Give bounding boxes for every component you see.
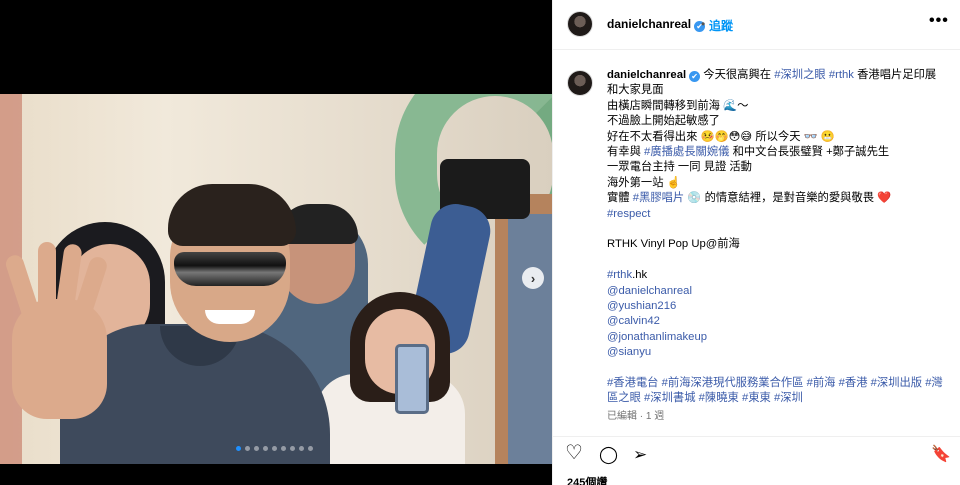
- man-hair: [168, 184, 296, 246]
- caption-text: 和中文台長張璧賢 +鄭子誠先生: [732, 146, 890, 159]
- caption-line: 海外第一站 ☝️: [607, 176, 681, 189]
- sunglasses: [174, 252, 286, 286]
- likes-count[interactable]: 245個讚: [567, 474, 607, 485]
- hashtag-list[interactable]: #香港電台 #前海深港現代服務業合作區 #前海 #香港 #深圳出版 #灣: [607, 376, 952, 391]
- hashtag-link[interactable]: #廣播處長關婉儀: [644, 146, 729, 158]
- hashtag-link[interactable]: #深圳之眼: [774, 69, 825, 81]
- post-photo: [0, 94, 552, 464]
- caption-line: 由橫店瞬間轉移到前海 🌊～: [607, 99, 749, 112]
- hashtag-list[interactable]: 區之眼 #深圳書城 #陳曉東 #東東 #深圳: [607, 391, 952, 406]
- carousel-dot: [272, 446, 277, 451]
- post-header: danielchanreal ✔ • 追蹤 •••: [553, 0, 960, 50]
- avatar[interactable]: [567, 11, 593, 37]
- carousel-dot: [254, 446, 259, 451]
- action-bar: ♡ ◯ ➢ 🔖: [553, 436, 960, 468]
- caption-text: .hk: [632, 269, 648, 282]
- carousel-indicator: [236, 446, 313, 451]
- username-text: danielchanreal: [607, 69, 687, 81]
- phone-figure: [395, 344, 429, 414]
- mention-link[interactable]: @calvin42: [607, 314, 952, 329]
- separator-dot: •: [701, 17, 706, 31]
- caption-line: 好在不太看得出來 🤒🤭😳😅 所以今天 👓 😬: [607, 130, 835, 143]
- carousel-dot: [245, 446, 250, 451]
- post-caption: danielchanreal ✔ 今天很高興在 #深圳之眼 #rthk 香港唱片足…: [553, 50, 960, 435]
- bookmark-icon[interactable]: 🔖: [931, 445, 951, 465]
- more-options-icon[interactable]: •••: [929, 12, 949, 30]
- carousel-dot: [281, 446, 286, 451]
- carousel-next-button[interactable]: ›: [522, 267, 544, 289]
- background-panel-blue: [508, 214, 552, 464]
- verified-badge-icon: ✔: [689, 71, 701, 82]
- carousel-dot: [299, 446, 304, 451]
- post-meta: 已編輯 · 1 週: [607, 410, 665, 422]
- mention-link[interactable]: @danielchanreal: [607, 284, 952, 299]
- hashtag-link[interactable]: #rthk: [829, 69, 854, 81]
- carousel-dot: [308, 446, 313, 451]
- post-sidebar: danielchanreal ✔ • 追蹤 ••• danielchanreal ✔…: [552, 0, 960, 485]
- hashtag-link[interactable]: #黑膠唱片: [633, 192, 684, 204]
- finger: [38, 242, 56, 314]
- caption-text: 💿 的情意結裡，是對音樂的愛與敬畏 ❤️: [687, 192, 892, 205]
- caption-username[interactable]: danielchanreal ✔: [607, 69, 701, 82]
- carousel-dot: [263, 446, 268, 451]
- mention-link[interactable]: @sianyu: [607, 345, 952, 360]
- caption-text: 有幸與: [607, 146, 641, 159]
- caption-line: 一眾電台主持 一同 見證 活動: [607, 161, 752, 174]
- caption-line: RTHK Vinyl Pop Up@前海: [607, 238, 740, 251]
- caption-text: 香港唱片足印展: [857, 69, 937, 81]
- send-icon[interactable]: ➢: [633, 445, 647, 465]
- caption-line: 和大家見面: [607, 84, 664, 97]
- mention-link[interactable]: @yushian216: [607, 299, 952, 314]
- caption-line: 不過臉上開始起敏感了: [607, 115, 720, 128]
- man-smile: [205, 310, 255, 324]
- chevron-right-icon: ›: [530, 270, 536, 286]
- caption-text: 實體: [607, 192, 630, 205]
- avatar[interactable]: [567, 70, 593, 96]
- mention-link[interactable]: @jonathanlimakeup: [607, 330, 952, 345]
- carousel-dot: [236, 446, 241, 451]
- hashtag-link[interactable]: #rthk: [607, 269, 632, 281]
- follow-button[interactable]: 追蹤: [709, 17, 733, 34]
- hashtag-link[interactable]: #respect: [607, 207, 952, 222]
- caption-text: 今天很高興在: [703, 69, 772, 81]
- caption-body: danielchanreal ✔ 今天很高興在 #深圳之眼 #rthk 香港唱片足…: [607, 68, 952, 424]
- comment-icon[interactable]: ◯: [599, 445, 618, 465]
- carousel-dot: [290, 446, 295, 451]
- heart-icon[interactable]: ♡: [565, 443, 583, 463]
- username-text: danielchanreal: [607, 17, 692, 31]
- username-link[interactable]: danielchanreal ✔: [607, 17, 706, 32]
- post-media: ›: [0, 0, 552, 485]
